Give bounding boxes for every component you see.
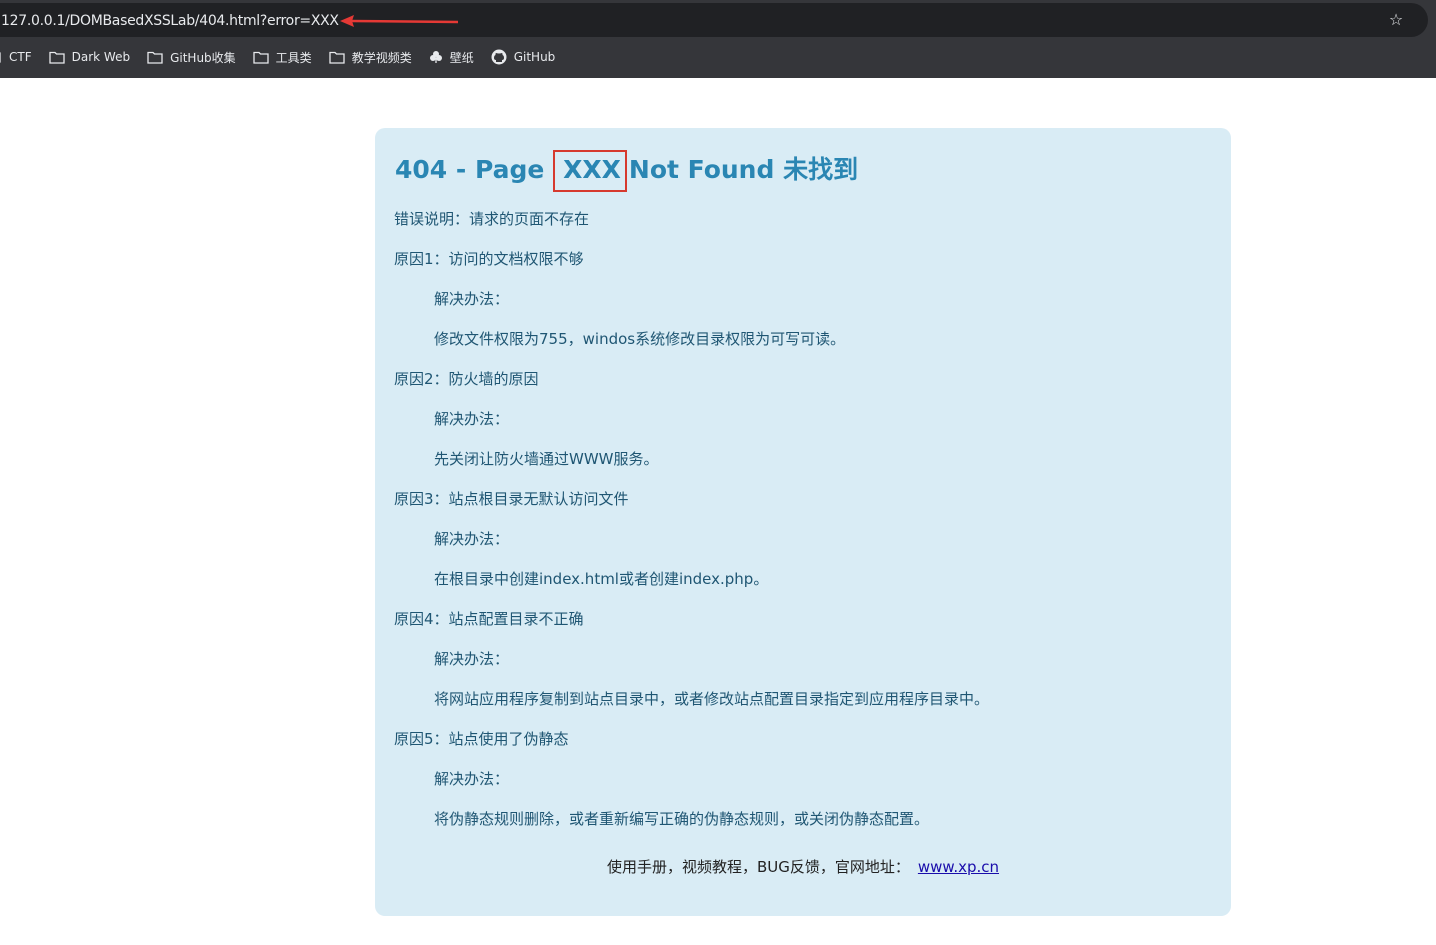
fix-label-4: 解决办法： <box>434 650 510 668</box>
footer: 使用手册，视频教程，BUG反馈，官网地址： www.xp.cn <box>375 856 1231 877</box>
page-title: 404 - Page XXX Not Found 未找到 <box>395 150 858 192</box>
bookmark-label: 壁纸 <box>449 50 474 65</box>
bookmark-dark-web[interactable]: Dark Web <box>48 50 131 64</box>
fix-4: 将网站应用程序复制到站点目录中，或者修改站点配置目录指定到应用程序目录中。 <box>434 690 990 708</box>
bookmark-label: GitHub <box>513 50 556 64</box>
injected-param-highlight: XXX <box>553 150 627 192</box>
bookmark-label: 教学视频类 <box>351 50 412 65</box>
error-description: 错误说明：请求的页面不存在 <box>394 210 590 228</box>
bookmarks-bar: CTF Dark Web GitHub收集 工具类 教学视频类 壁纸 GitHu… <box>0 46 572 68</box>
github-icon <box>491 49 507 65</box>
red-arrow-annotation <box>340 15 459 27</box>
reason-5: 原因5：站点使用了伪静态 <box>394 730 569 748</box>
reason-3: 原因3：站点根目录无默认访问文件 <box>394 490 629 508</box>
error-panel: 404 - Page XXX Not Found 未找到 错误说明：请求的页面不存… <box>375 128 1231 916</box>
bookmark-label: CTF <box>9 50 32 64</box>
bookmark-github[interactable]: GitHub <box>491 49 556 65</box>
fix-label-1: 解决办法： <box>434 290 510 308</box>
fix-3: 在根目录中创建index.html或者创建index.php。 <box>434 570 769 588</box>
browser-chrome: 127.0.0.1/DOMBasedXSSLab/404.html?error=… <box>0 0 1436 78</box>
clover-icon <box>429 51 442 63</box>
address-bar[interactable]: 127.0.0.1/DOMBasedXSSLab/404.html?error=… <box>0 3 1428 37</box>
title-prefix: 404 - Page <box>395 155 545 184</box>
folder-icon <box>253 51 269 64</box>
url-text[interactable]: 127.0.0.1/DOMBasedXSSLab/404.html?error=… <box>1 13 339 29</box>
bookmark-github-collection[interactable]: GitHub收集 <box>147 49 236 66</box>
folder-icon <box>48 51 65 64</box>
folder-icon <box>0 52 1 63</box>
reason-2: 原因2：防火墙的原因 <box>394 370 539 388</box>
fix-2: 先关闭让防火墙通过WWW服务。 <box>434 450 659 468</box>
fix-5: 将伪静态规则删除，或者重新编写正确的伪静态规则，或关闭伪静态配置。 <box>434 810 930 828</box>
bookmark-label: 工具类 <box>275 50 312 65</box>
fix-1: 修改文件权限为755，windos系统修改目录权限为可写可读。 <box>434 330 846 348</box>
bookmark-teaching-videos[interactable]: 教学视频类 <box>329 49 412 66</box>
bookmark-label: GitHub收集 <box>170 50 236 65</box>
folder-icon <box>329 51 345 64</box>
fix-label-5: 解决办法： <box>434 770 510 788</box>
bookmark-label: Dark Web <box>71 50 131 64</box>
folder-icon <box>147 51 163 64</box>
fix-label-3: 解决办法： <box>434 530 510 548</box>
reason-4: 原因4：站点配置目录不正确 <box>394 610 584 628</box>
fix-label-2: 解决办法： <box>434 410 510 428</box>
bookmark-star-icon[interactable]: ☆ <box>1386 10 1406 30</box>
reason-1: 原因1：访问的文档权限不够 <box>394 250 584 268</box>
bookmark-tools[interactable]: 工具类 <box>253 49 312 66</box>
bookmark-ctf[interactable]: CTF <box>0 50 32 64</box>
bookmark-wallpaper[interactable]: 壁纸 <box>429 49 474 66</box>
official-site-link[interactable]: www.xp.cn <box>918 858 999 876</box>
footer-text: 使用手册，视频教程，BUG反馈，官网地址： <box>606 858 910 876</box>
title-suffix: Not Found 未找到 <box>628 155 859 184</box>
